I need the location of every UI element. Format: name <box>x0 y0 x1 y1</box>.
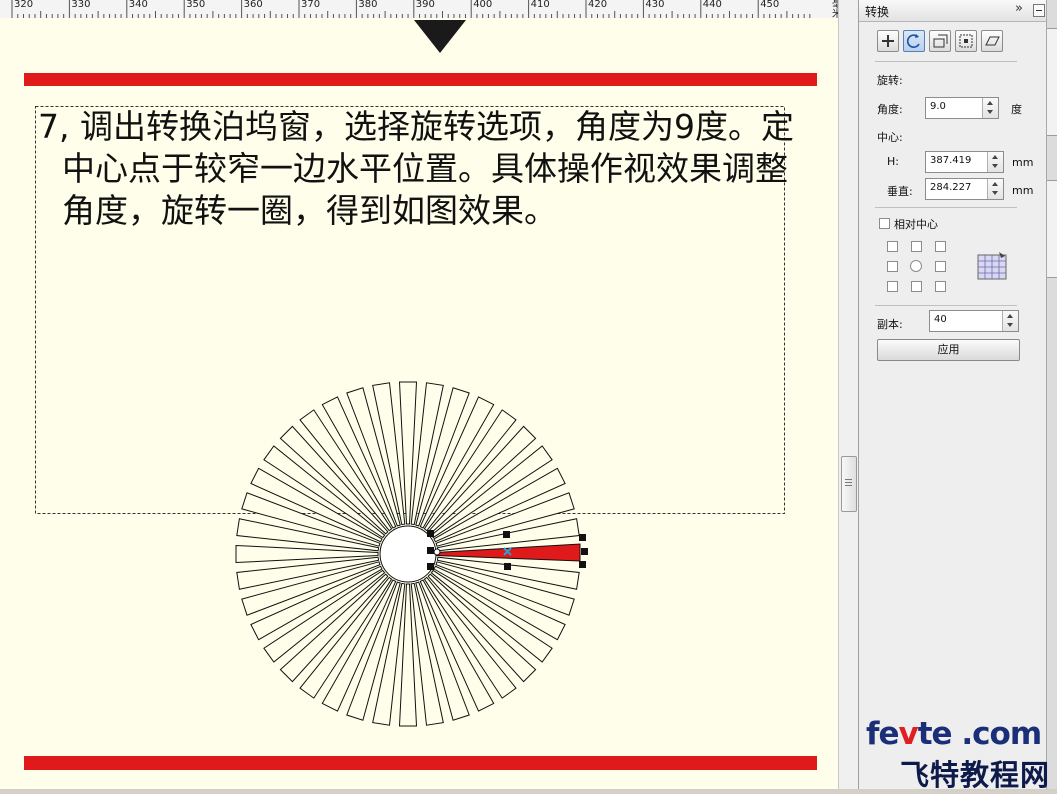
v-value[interactable]: 284.227 <box>930 182 971 193</box>
side-tab-1[interactable] <box>1047 28 1057 136</box>
ruler-tick-label: 400 <box>473 0 493 10</box>
copies-input[interactable]: 40 <box>929 310 1019 332</box>
anchor-top-center[interactable] <box>911 241 922 252</box>
h-unit: mm <box>1012 156 1034 169</box>
ruler-tick-label: 440 <box>702 0 722 10</box>
anchor-middle-left[interactable] <box>887 261 898 272</box>
transform-docker: 转换 » 旋转: 角度: 9.0 度 中心: H: 387.419 mm 垂直:… <box>858 0 1047 789</box>
anchor-bottom-right[interactable] <box>935 281 946 292</box>
center-label: 中心: <box>877 131 903 144</box>
angle-spinner-arrows[interactable] <box>982 98 998 118</box>
angle-input[interactable]: 9.0 <box>925 97 999 119</box>
rotate-icon[interactable] <box>903 30 925 52</box>
anchor-top-right[interactable] <box>935 241 946 252</box>
scale-mirror-icon[interactable] <box>929 30 951 52</box>
scrollbar-thumb[interactable] <box>841 456 857 512</box>
angle-unit: 度 <box>1011 103 1022 116</box>
h-value[interactable]: 387.419 <box>930 155 971 166</box>
anchor-bottom-center[interactable] <box>911 281 922 292</box>
anchor-top-left[interactable] <box>887 241 898 252</box>
docker-title-bar: 转换 » <box>859 0 1047 22</box>
tutorial-step-text[interactable]: 7, 调出转换泊坞窗，选择旋转选项，角度为9度。定中心点于较窄一边水平位置。具体… <box>38 106 812 232</box>
angle-label: 角度: <box>877 103 903 116</box>
position-icon[interactable] <box>877 30 899 52</box>
ruler-tick-label: 430 <box>645 0 665 10</box>
anchor-center[interactable] <box>910 260 922 272</box>
ruler-tick-label: 410 <box>530 0 550 10</box>
ruler-tick-label: 450 <box>760 0 780 10</box>
watermark-logo: fevte .com <box>866 716 1042 752</box>
drawing-canvas[interactable]: 7, 调出转换泊坞窗，选择旋转选项，角度为9度。定中心点于较窄一边水平位置。具体… <box>0 18 838 789</box>
h-position-input[interactable]: 387.419 <box>925 151 1004 173</box>
apply-button[interactable]: 应用 <box>877 339 1020 361</box>
anchor-grid-icon <box>977 252 1007 280</box>
v-position-input[interactable]: 284.227 <box>925 178 1004 200</box>
anchor-bottom-left[interactable] <box>887 281 898 292</box>
angle-value[interactable]: 9.0 <box>930 101 946 112</box>
size-icon[interactable] <box>955 30 977 52</box>
ruler-tick-label: 380 <box>358 0 378 10</box>
docker-side-tabs <box>1046 0 1057 789</box>
vertical-scrollbar[interactable] <box>838 0 858 789</box>
side-tab-2[interactable] <box>1047 180 1057 278</box>
docker-title: 转换 <box>865 5 890 19</box>
relative-center-label: 相对中心 <box>894 218 938 231</box>
ruler-tick-label: 320 <box>14 0 34 10</box>
relative-center-checkbox[interactable] <box>879 218 890 229</box>
chevron-right-icon[interactable]: » <box>1015 1 1023 16</box>
ruler-tick-label: 330 <box>71 0 91 10</box>
copies-spinner-arrows[interactable] <box>1002 311 1018 331</box>
rotate-section-label: 旋转: <box>877 74 903 87</box>
bottom-red-bar <box>24 756 817 770</box>
watermark-subtitle: 飞特教程网 <box>900 758 1051 792</box>
skew-icon[interactable] <box>981 30 1003 52</box>
separator <box>875 305 1017 306</box>
ruler-tick-label: 340 <box>128 0 148 10</box>
anchor-middle-right[interactable] <box>935 261 946 272</box>
v-spinner-arrows[interactable] <box>987 179 1003 199</box>
ruler-tick-label: 350 <box>186 0 206 10</box>
v-unit: mm <box>1012 184 1034 197</box>
rotation-pivot-marker[interactable] <box>433 548 441 556</box>
h-label: H: <box>887 155 899 168</box>
separator <box>875 61 1017 62</box>
ruler-tick-label: 420 <box>588 0 608 10</box>
ruler-tick-label: 370 <box>301 0 321 10</box>
ruler-tick-label: 360 <box>243 0 263 10</box>
h-spinner-arrows[interactable] <box>987 152 1003 172</box>
copies-label: 副本: <box>877 318 903 331</box>
v-label: 垂直: <box>887 185 913 198</box>
top-red-bar <box>24 73 817 86</box>
copies-value[interactable]: 40 <box>934 314 947 325</box>
horizontal-ruler: 320 330 340 350 360 370 380 390 400 410 420 430 440 4… <box>0 0 838 19</box>
minimize-icon[interactable] <box>1033 4 1045 17</box>
ruler-tick-label: 390 <box>415 0 435 10</box>
page-pointer-triangle <box>414 20 466 53</box>
separator <box>875 207 1017 208</box>
